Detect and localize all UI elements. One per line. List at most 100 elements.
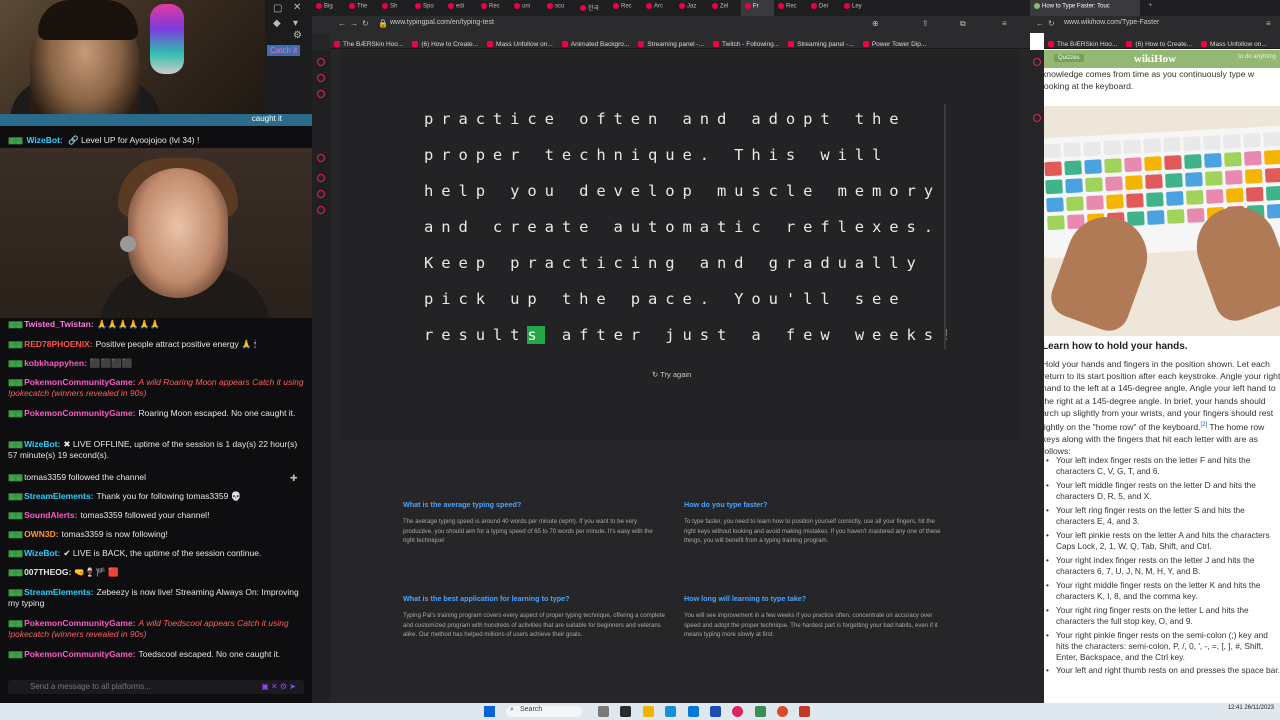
terminal-icon[interactable] xyxy=(620,706,631,717)
browser-tab[interactable]: The xyxy=(345,0,378,16)
browser-tab[interactable]: Zel xyxy=(708,0,741,16)
chat-user[interactable]: PokemonCommunityGame: xyxy=(24,408,135,418)
tab-wikihow[interactable]: How to Type Faster: Touc xyxy=(1030,0,1140,16)
chat-message: ▦▦ tomas3359 followed the channel xyxy=(8,472,306,483)
rail-item-icon[interactable] xyxy=(317,174,325,182)
rail-item-icon[interactable] xyxy=(1033,58,1041,66)
browser-tab[interactable]: 한국 xyxy=(576,0,609,16)
chat-user[interactable]: PokemonCommunityGame: xyxy=(24,618,135,628)
clock: 12:41 xyxy=(1227,705,1243,711)
chat-badges-icon: ▦▦ xyxy=(8,548,23,558)
bookmark-item[interactable]: (6) How to Create... xyxy=(408,37,483,48)
rail-item-icon[interactable] xyxy=(317,58,325,66)
browser-tab[interactable]: Big xyxy=(312,0,345,16)
chat-text: 🙏🙏🙏🙏🙏🙏 xyxy=(96,319,161,329)
chat-user[interactable]: StreamElements: xyxy=(24,587,93,597)
close-icon[interactable]: ✕ xyxy=(293,2,301,13)
rail-item-icon[interactable] xyxy=(317,206,325,214)
file-explorer-icon[interactable] xyxy=(643,706,654,717)
keyboard-key xyxy=(1264,167,1280,183)
store-icon[interactable] xyxy=(688,706,699,717)
browser-tab[interactable]: Jaz xyxy=(675,0,708,16)
chat-user[interactable]: WizeBot: xyxy=(24,439,60,449)
chat-send-icon[interactable]: ▣ ✕ ⚙ ➤ xyxy=(261,682,296,691)
url-text[interactable]: www.typingpal.com/en/typing-test xyxy=(390,19,494,26)
tab-favicon-icon xyxy=(481,3,487,9)
menu-icon[interactable]: ≡ xyxy=(1266,19,1271,28)
browser-tab[interactable]: sco xyxy=(543,0,576,16)
chat-user[interactable]: RED78PHOENIX: xyxy=(24,339,93,349)
opera-icon[interactable] xyxy=(732,706,743,717)
typing-test-area[interactable]: practice often and adopt the proper techn… xyxy=(340,50,1020,440)
pin-icon[interactable]: ◆ xyxy=(273,18,281,29)
new-tab-button[interactable]: + xyxy=(1144,0,1164,16)
system-tray[interactable]: 12:41 26/11/2023 xyxy=(1228,705,1274,711)
chat-user[interactable]: StreamElements: xyxy=(24,491,93,501)
share-icon[interactable]: ⇪ xyxy=(922,19,929,28)
rail-item-icon[interactable] xyxy=(317,154,325,162)
rail-item-icon[interactable] xyxy=(317,190,325,198)
chat-user[interactable]: OWN3D: xyxy=(24,529,58,539)
app-icon[interactable] xyxy=(799,706,810,717)
outlook-icon[interactable] xyxy=(710,706,721,717)
search-hint[interactable]: to do anything xyxy=(1238,54,1276,60)
taskbar-search[interactable]: ⌕ Search xyxy=(506,706,582,717)
bookmark-item[interactable]: Animated Backgro... xyxy=(558,37,635,48)
gear-icon[interactable]: ⚙ xyxy=(293,30,302,41)
popout-icon[interactable]: ▢ xyxy=(273,3,282,14)
bookmark-item[interactable]: Streaming panel -... xyxy=(784,37,859,48)
rail-item-icon[interactable] xyxy=(317,90,325,98)
chevron-down-icon[interactable]: ▾ xyxy=(293,18,298,29)
windows-start-icon[interactable] xyxy=(484,706,495,717)
chrome-icon[interactable] xyxy=(777,706,788,717)
reload-icon[interactable]: ↻ xyxy=(362,19,369,28)
bookmark-item[interactable]: Mass Unfollow on... xyxy=(483,37,558,48)
task-view-icon[interactable] xyxy=(598,706,609,717)
browser-tab[interactable]: Ley xyxy=(840,0,873,16)
chat-user[interactable]: Twisted_Twistan: xyxy=(24,319,94,329)
chat-user[interactable]: 007THEOG: xyxy=(24,567,71,577)
try-again-button[interactable]: ↻ Try again xyxy=(652,370,691,379)
bookmark-item[interactable]: Streaming panel -... xyxy=(634,37,709,48)
rail-item-icon[interactable] xyxy=(1033,114,1041,122)
rail-item-icon[interactable] xyxy=(317,74,325,82)
browser-tab[interactable]: Rec xyxy=(774,0,807,16)
bookmark-item[interactable]: Mass Unfollow on... xyxy=(1197,37,1272,48)
chat-user[interactable]: kobkhappyhen: xyxy=(24,358,87,368)
app-icon[interactable] xyxy=(755,706,766,717)
browser-tab[interactable]: Rec xyxy=(477,0,510,16)
zoom-icon[interactable]: ⊕ xyxy=(872,19,879,28)
keyboard-key xyxy=(1265,185,1280,201)
keyboard-key xyxy=(1063,142,1082,158)
bookmark-item[interactable]: (6) How to Create... xyxy=(1122,37,1197,48)
chat-input[interactable]: Send a message to all platforms... ▣ ✕ ⚙… xyxy=(8,680,304,694)
menu-icon[interactable]: ≡ xyxy=(1002,19,1007,28)
bookmark-item[interactable]: Power Tower Dip... xyxy=(859,37,931,48)
browser-tab[interactable]: edi xyxy=(444,0,477,16)
chat-user[interactable]: PokemonCommunityGame: xyxy=(24,649,135,659)
browser-tab[interactable]: Arc xyxy=(642,0,675,16)
chat-user[interactable]: SoundAlerts: xyxy=(24,510,77,520)
url-text-2[interactable]: www.wikihow.com/Type-Faster xyxy=(1064,19,1159,26)
edge-icon[interactable] xyxy=(665,706,676,717)
browser-tab[interactable]: Dei xyxy=(807,0,840,16)
chat-user[interactable]: WizeBot: xyxy=(24,548,60,558)
reload-icon[interactable]: ↻ xyxy=(1048,19,1055,28)
browser-tab[interactable]: Fr xyxy=(741,0,774,16)
faq-section: What is the average typing speed? The av… xyxy=(330,440,1030,703)
browser-tab[interactable]: Sh xyxy=(378,0,411,16)
extensions-icon[interactable]: ⧉ xyxy=(960,19,966,29)
forward-icon[interactable]: → xyxy=(350,19,358,28)
scrollbar[interactable] xyxy=(944,104,946,349)
browser-tab[interactable]: Rec xyxy=(609,0,642,16)
catch-badge: Catch it xyxy=(267,45,301,56)
back-icon[interactable]: ← xyxy=(338,19,346,28)
chat-user[interactable]: PokemonCommunityGame: xyxy=(24,377,135,387)
bookmark-item[interactable]: The BÆRSkin Hoo... xyxy=(330,37,408,48)
bookmark-item[interactable]: Twitch - Following... xyxy=(709,37,784,48)
back-icon[interactable]: ← xyxy=(1036,19,1044,28)
browser-tab[interactable]: Spo xyxy=(411,0,444,16)
bookmark-item[interactable]: The BÆRSkin Hoo... xyxy=(1044,37,1122,48)
browser-tab[interactable]: uni xyxy=(510,0,543,16)
chat-user[interactable]: WizeBot: xyxy=(26,135,62,145)
